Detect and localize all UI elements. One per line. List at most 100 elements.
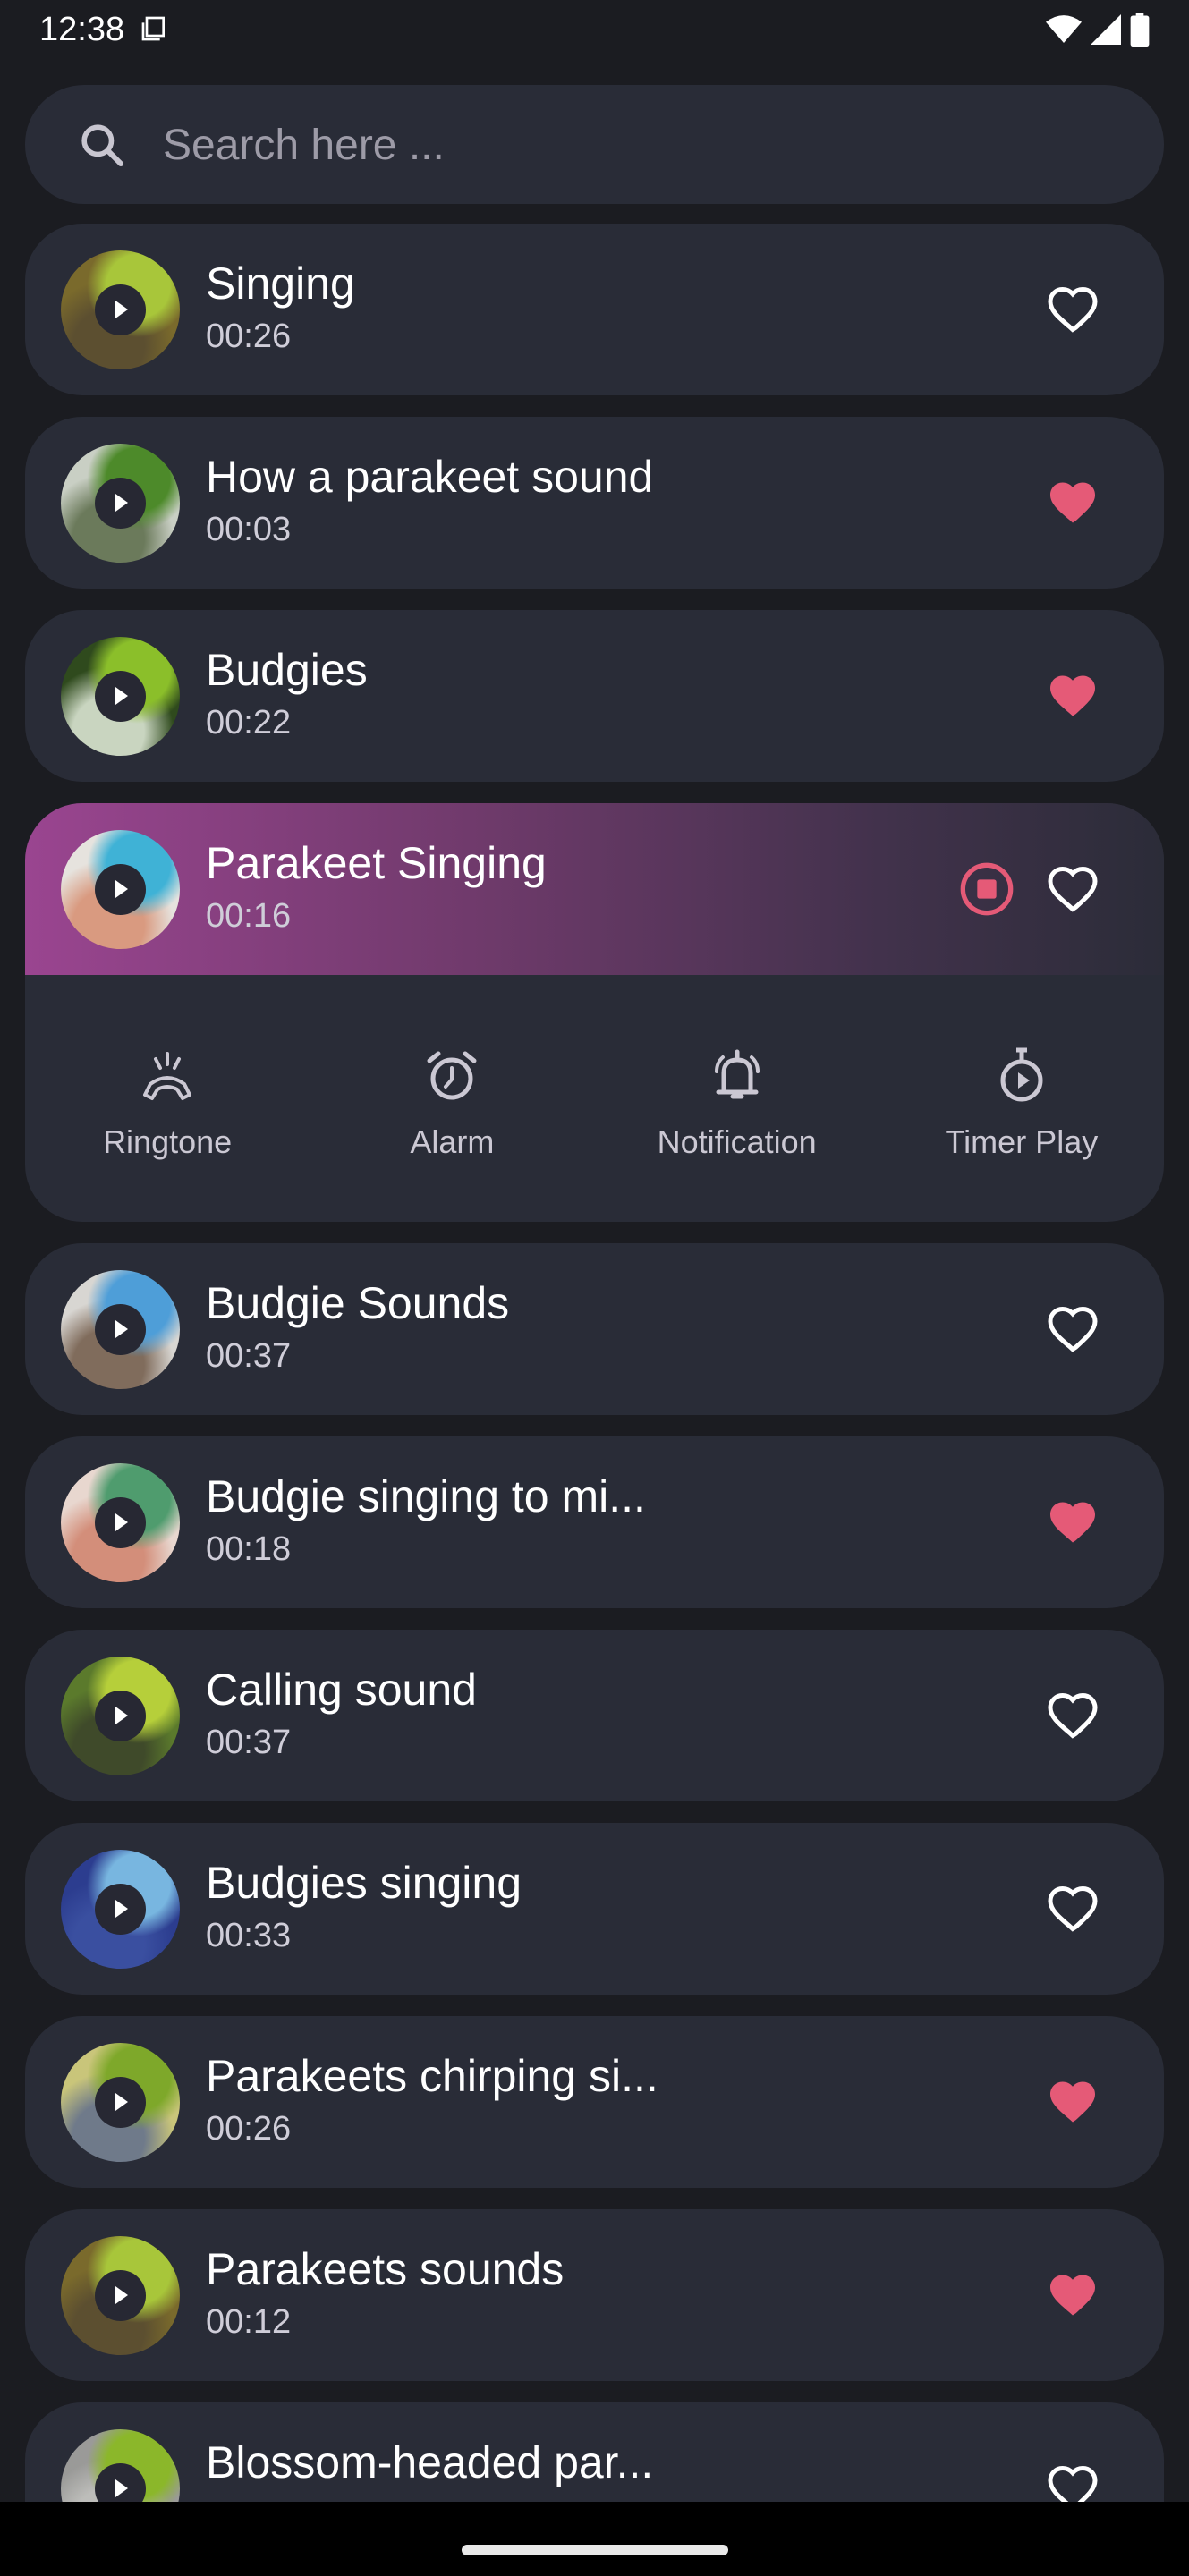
heart-filled-icon[interactable] — [1046, 2075, 1100, 2129]
sound-item-header[interactable]: Blossom-headed par... 00:18 — [25, 2402, 1164, 2502]
search-input[interactable] — [163, 98, 1102, 191]
sound-thumbnail — [61, 444, 180, 563]
home-gesture-handle[interactable] — [462, 2545, 728, 2555]
sound-list-item[interactable]: Budgies 00:22 — [25, 610, 1164, 782]
navigation-bar — [0, 2502, 1189, 2576]
battery-icon — [1130, 13, 1150, 47]
sound-duration: 00:03 — [206, 511, 292, 548]
search-icon[interactable] — [77, 120, 127, 170]
heart-outline-icon[interactable] — [1046, 862, 1100, 916]
play-icon[interactable] — [95, 1304, 146, 1355]
sound-item-header[interactable]: Budgies 00:22 — [25, 610, 1164, 782]
alarm-clock-icon — [427, 1051, 477, 1100]
sound-item-header[interactable]: Budgie singing to mi... 00:18 — [25, 1436, 1164, 1608]
sound-duration: 00:16 — [206, 897, 292, 935]
sound-list-item[interactable]: Calling sound 00:37 — [25, 1630, 1164, 1801]
sound-list-item[interactable]: Parakeets sounds 00:12 — [25, 2209, 1164, 2381]
sound-thumbnail — [61, 1270, 180, 1389]
sound-title: How a parakeet sound — [206, 452, 654, 502]
sound-list-item[interactable]: Blossom-headed par... 00:18 — [25, 2402, 1164, 2502]
heart-outline-icon[interactable] — [1046, 1882, 1100, 1936]
sound-title: Parakeet Singing — [206, 838, 547, 888]
sound-thumbnail — [61, 830, 180, 949]
sound-duration: 00:22 — [206, 704, 292, 741]
sound-list[interactable]: Singing 00:26 How a parakeet sound 00:03… — [0, 215, 1189, 2502]
action-label: Timer Play — [945, 1123, 1099, 1160]
status-bar: 12:38 — [0, 0, 1189, 63]
set-as-notification-button[interactable]: Notification — [595, 975, 879, 1222]
sound-list-item[interactable]: Budgies singing 00:33 — [25, 1823, 1164, 1995]
heart-filled-icon[interactable] — [1046, 669, 1100, 723]
sound-list-item[interactable]: Budgie singing to mi... 00:18 — [25, 1436, 1164, 1608]
action-label: Ringtone — [103, 1123, 233, 1160]
play-icon[interactable] — [95, 1497, 146, 1548]
heart-outline-icon[interactable] — [1046, 283, 1100, 336]
sound-list-item[interactable]: Parakeets chirping si... 00:26 — [25, 2016, 1164, 2188]
play-icon[interactable] — [95, 2270, 146, 2321]
sound-list-item[interactable]: Singing 00:26 — [25, 224, 1164, 395]
sound-duration: 00:26 — [206, 318, 292, 355]
sound-thumbnail — [61, 2236, 180, 2355]
sound-title: Parakeets chirping si... — [206, 2051, 658, 2101]
sound-thumbnail — [61, 637, 180, 756]
sound-duration: 00:33 — [206, 1917, 292, 1954]
sound-title: Budgie Sounds — [206, 1278, 510, 1328]
heart-filled-icon[interactable] — [1046, 1496, 1100, 1549]
sound-duration: 00:12 — [206, 2303, 292, 2341]
status-icons — [1046, 13, 1150, 47]
sound-list-item-expanded[interactable]: Parakeet Singing 00:16 Ringtone Alarm Noti… — [25, 803, 1164, 1222]
play-icon[interactable] — [95, 864, 146, 915]
heart-filled-icon[interactable] — [1046, 476, 1100, 530]
sound-thumbnail — [61, 2043, 180, 2162]
sound-thumbnail — [61, 250, 180, 369]
sound-title: Singing — [206, 258, 355, 309]
sound-title: Calling sound — [206, 1665, 477, 1715]
set-as-alarm-button[interactable]: Alarm — [310, 975, 594, 1222]
sound-thumbnail — [61, 1463, 180, 1582]
sound-duration: 00:26 — [206, 2110, 292, 2148]
sound-duration: 00:37 — [206, 1337, 292, 1375]
heart-outline-icon[interactable] — [1046, 1302, 1100, 1356]
sound-thumbnail — [61, 1657, 180, 1775]
play-icon[interactable] — [95, 1690, 146, 1741]
timer-play-icon — [1000, 1047, 1043, 1102]
set-as-ringtone-button[interactable]: Ringtone — [25, 975, 310, 1222]
sound-item-header[interactable]: Budgie Sounds 00:37 — [25, 1243, 1164, 1415]
play-icon[interactable] — [95, 1884, 146, 1935]
heart-filled-icon[interactable] — [1046, 2268, 1100, 2322]
play-icon[interactable] — [95, 671, 146, 722]
stop-icon[interactable] — [958, 860, 1015, 918]
play-icon[interactable] — [95, 478, 146, 529]
sound-thumbnail — [61, 1850, 180, 1969]
heart-outline-icon[interactable] — [1046, 2462, 1100, 2502]
play-icon[interactable] — [95, 284, 146, 335]
notification-bell-icon — [714, 1049, 760, 1099]
sound-list-item[interactable]: Budgie Sounds 00:37 — [25, 1243, 1164, 1415]
sound-title: Parakeets sounds — [206, 2244, 565, 2294]
ringtone-icon — [143, 1052, 192, 1100]
heart-outline-icon[interactable] — [1046, 1689, 1100, 1742]
screenshot-icon — [141, 16, 165, 41]
sound-item-header[interactable]: Singing 00:26 — [25, 224, 1164, 395]
action-label: Notification — [657, 1123, 817, 1160]
sound-duration: 00:37 — [206, 1724, 292, 1761]
wifi-icon — [1046, 15, 1082, 43]
play-icon[interactable] — [95, 2463, 146, 2502]
set-as-timer-play-button[interactable]: Timer Play — [879, 975, 1164, 1222]
sound-duration: 00:18 — [206, 1530, 292, 1568]
sound-item-header[interactable]: Budgies singing 00:33 — [25, 1823, 1164, 1995]
sound-item-header[interactable]: Parakeets sounds 00:12 — [25, 2209, 1164, 2381]
sound-title: Budgies singing — [206, 1858, 522, 1908]
status-time: 12:38 — [39, 11, 125, 48]
action-label: Alarm — [410, 1123, 495, 1160]
sound-item-header[interactable]: Calling sound 00:37 — [25, 1630, 1164, 1801]
sound-item-header[interactable]: How a parakeet sound 00:03 — [25, 417, 1164, 589]
sound-title: Budgies — [206, 645, 368, 695]
sound-item-header[interactable]: Parakeets chirping si... 00:26 — [25, 2016, 1164, 2188]
sound-title: Budgie singing to mi... — [206, 1471, 646, 1521]
play-icon[interactable] — [95, 2077, 146, 2128]
sound-title: Blossom-headed par... — [206, 2437, 654, 2487]
sound-list-item[interactable]: How a parakeet sound 00:03 — [25, 417, 1164, 589]
sound-item-header[interactable]: Parakeet Singing 00:16 — [25, 803, 1164, 975]
signal-icon — [1091, 14, 1121, 45]
